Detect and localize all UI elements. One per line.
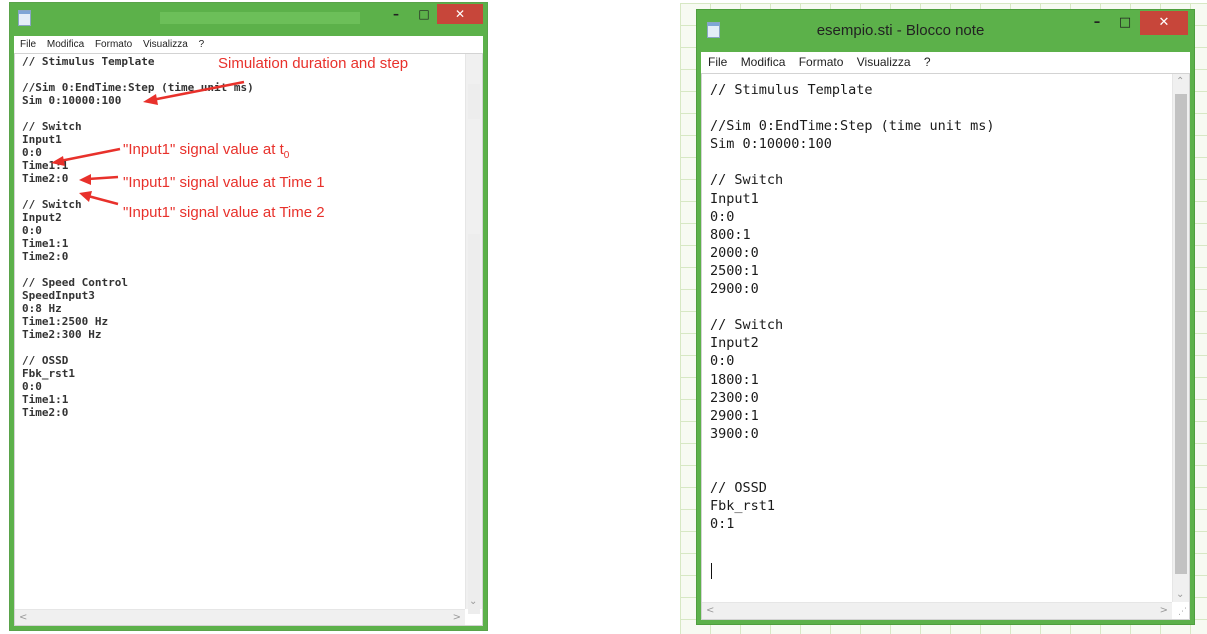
right-notepad-window: esempio.sti - Blocco note – □ ✕ File Mod…: [696, 9, 1195, 625]
close-button[interactable]: ✕: [437, 4, 483, 24]
left-scroll-right-arrow-icon[interactable]: >: [453, 612, 461, 623]
left-text-editor[interactable]: // Stimulus Template //Sim 0:EndTime:Ste…: [14, 53, 483, 626]
left-notepad-window: – □ ✕ File Modifica Formato Visualizza ?…: [9, 2, 488, 631]
scroll-right-arrow-icon[interactable]: >: [1160, 605, 1168, 616]
annotation-value-t0: "Input1" signal value at t0: [123, 141, 289, 161]
left-scroll-left-arrow-icon[interactable]: <: [19, 612, 27, 623]
menu-visualizza[interactable]: Visualizza: [143, 36, 188, 53]
scroll-down-arrow-icon[interactable]: ⌄: [1176, 589, 1184, 600]
menu-visualizza[interactable]: Visualizza: [857, 52, 911, 73]
window-title: esempio.sti - Blocco note: [816, 22, 985, 39]
resize-grip-icon[interactable]: ⋰: [1178, 607, 1187, 617]
notepad-app-icon: [18, 10, 31, 26]
left-scroll-down-arrow-icon[interactable]: ⌄: [469, 596, 477, 607]
minimize-button[interactable]: –: [383, 4, 409, 24]
annotation-value-time2: "Input1" signal value at Time 2: [123, 204, 325, 221]
scroll-left-arrow-icon[interactable]: <: [706, 605, 714, 616]
maximize-button[interactable]: □: [1112, 11, 1138, 35]
minimize-button[interactable]: –: [1084, 11, 1110, 35]
left-horizontal-scrollbar[interactable]: < >: [15, 609, 465, 625]
right-title-bar[interactable]: esempio.sti - Blocco note – □ ✕: [697, 10, 1194, 48]
maximize-button[interactable]: □: [411, 4, 437, 24]
annotation-value-time1: "Input1" signal value at Time 1: [123, 174, 325, 191]
left-scroll-thumb[interactable]: [468, 234, 480, 614]
left-scroll-track-mark: [468, 84, 480, 119]
right-vertical-scrollbar[interactable]: ⌃ ⌄: [1172, 74, 1189, 602]
annotation-t0-subscript: 0: [283, 150, 290, 161]
redacted-title: [160, 12, 360, 24]
left-vertical-scrollbar[interactable]: ⌄: [465, 54, 482, 614]
left-title-bar[interactable]: – □ ✕: [10, 3, 487, 33]
right-editor-content[interactable]: // Stimulus Template //Sim 0:EndTime:Ste…: [710, 81, 994, 533]
annotation-t0-text: "Input1" signal value at t: [123, 141, 284, 158]
annotation-simulation-step: Simulation duration and step: [218, 55, 409, 72]
menu-help[interactable]: ?: [199, 36, 205, 53]
left-editor-content[interactable]: // Stimulus Template //Sim 0:EndTime:Ste…: [22, 55, 254, 419]
close-button[interactable]: ✕: [1140, 11, 1188, 35]
menu-modifica[interactable]: Modifica: [741, 52, 786, 73]
right-horizontal-scrollbar[interactable]: < >: [702, 602, 1172, 619]
menu-modifica[interactable]: Modifica: [47, 36, 84, 53]
menu-file[interactable]: File: [20, 36, 36, 53]
menu-formato[interactable]: Formato: [799, 52, 844, 73]
right-scroll-thumb[interactable]: [1175, 94, 1187, 574]
scroll-up-arrow-icon[interactable]: ⌃: [1176, 76, 1184, 87]
notepad-app-icon: [707, 22, 720, 38]
menu-help[interactable]: ?: [924, 52, 931, 73]
right-text-editor[interactable]: // Stimulus Template //Sim 0:EndTime:Ste…: [701, 73, 1190, 620]
left-menu-bar: File Modifica Formato Visualizza ?: [14, 36, 483, 53]
menu-formato[interactable]: Formato: [95, 36, 132, 53]
text-caret: [711, 563, 712, 579]
menu-file[interactable]: File: [708, 52, 727, 73]
right-menu-bar: File Modifica Formato Visualizza ?: [701, 52, 1190, 73]
